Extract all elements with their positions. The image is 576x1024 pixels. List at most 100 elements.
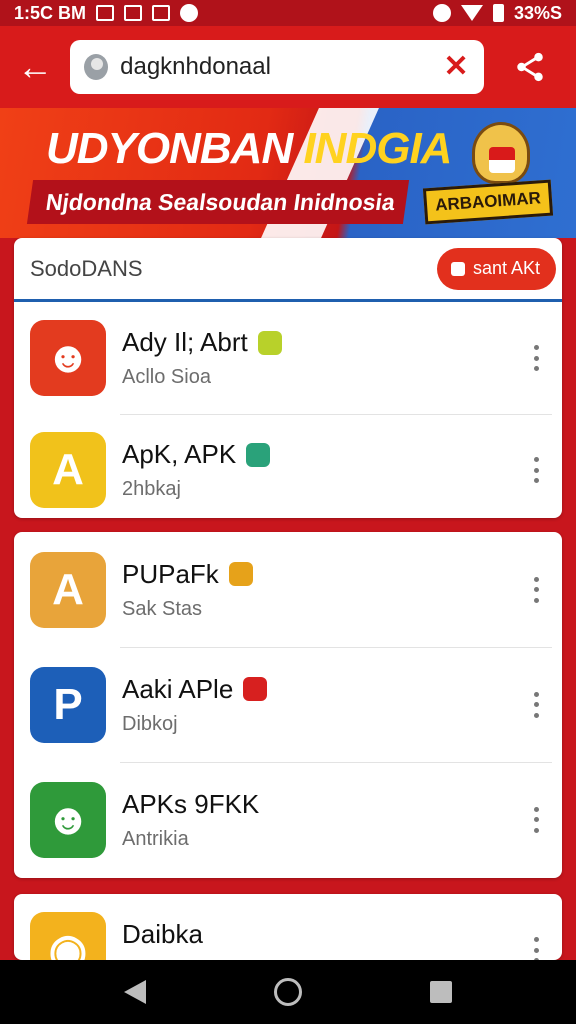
results-card: ◉ DaibkaBsik Sius	[14, 894, 562, 960]
app-logo-icon: ◉	[48, 925, 88, 961]
search-input[interactable]	[120, 53, 431, 81]
app-icon[interactable]: ☻	[30, 781, 106, 858]
app-badge-icon	[243, 677, 268, 701]
system-nav-bar	[0, 960, 576, 1024]
more-dot	[533, 587, 539, 592]
arrow-left-icon: ←	[17, 46, 53, 87]
app-list: ◉ DaibkaBsik Sius	[14, 894, 562, 960]
wifi-icon	[460, 5, 483, 21]
app-info: ApK, APK 2hbkaj	[122, 439, 526, 501]
more-dot	[533, 478, 539, 483]
section-action-button[interactable]: sant AKt	[436, 247, 556, 290]
chat-icon	[180, 4, 199, 22]
app-subtitle: Antrikia	[122, 827, 189, 850]
more-vert-icon[interactable]	[526, 688, 546, 722]
app-info: Aaki APle Dibkoj	[122, 674, 526, 736]
share-button[interactable]	[484, 26, 576, 108]
battery-level: 33%S	[513, 2, 562, 23]
app-name-text: APKs 9FKK	[122, 788, 260, 819]
banner-badge: ARBAOIMAR	[422, 179, 554, 225]
app-name: ApK, APK	[122, 439, 526, 470]
app-badge-icon	[228, 562, 253, 586]
battery-icon	[492, 4, 504, 22]
banner-title-highlight: INDGIA	[303, 124, 452, 173]
app-list-item[interactable]: ☻ APKs 9FKK Antrikia	[14, 762, 562, 877]
results-card: A PUPaFk Sak Stas P Aaki APle Dibkoj ☻ APKs 9FK…	[14, 532, 562, 878]
app-icon[interactable]: ☻	[30, 320, 106, 396]
banner-subtitle: Njdondna Sealsoudan Inidnosia	[26, 180, 410, 224]
section-header: SodoDANS sant AKt	[14, 238, 562, 302]
app-icon[interactable]: A	[30, 551, 106, 628]
search-box[interactable]: ✕	[70, 40, 484, 94]
app-name: Daibka	[122, 919, 526, 950]
nav-recents-icon[interactable]	[430, 981, 452, 1003]
back-button[interactable]: ←	[0, 26, 70, 108]
more-dot	[533, 712, 539, 718]
calendar-icon	[124, 5, 143, 21]
results-card: SodoDANS sant AKt ☻ Ady Il; Abrt Acllo Sio…	[14, 238, 562, 518]
clear-search-button[interactable]: ✕	[442, 52, 470, 82]
app-name-text: PUPaFk	[122, 558, 219, 589]
app-logo-icon: ☻	[44, 794, 92, 844]
nav-home-icon[interactable]	[274, 978, 302, 1006]
app-badge-icon	[246, 442, 271, 467]
more-dot	[533, 947, 539, 953]
more-vert-icon[interactable]	[526, 803, 546, 837]
more-vert-icon[interactable]	[526, 341, 546, 375]
share-icon	[517, 52, 543, 82]
more-vert-icon[interactable]	[526, 933, 546, 960]
more-dot	[533, 355, 539, 361]
more-dot	[533, 597, 539, 603]
more-dot	[533, 691, 539, 697]
more-vert-icon[interactable]	[526, 453, 546, 487]
app-logo-icon: ☻	[44, 333, 92, 382]
lock-icon	[450, 261, 465, 276]
app-name-text: ApK, APK	[122, 439, 237, 469]
more-dot	[533, 817, 539, 822]
alarm-icon	[432, 4, 451, 22]
app-name: Ady Il; Abrt	[122, 327, 526, 358]
app-name-text: Ady Il; Abrt	[122, 327, 248, 357]
app-list: ☻ Ady Il; Abrt Acllo Sioa A ApK, APK 2hbkaj	[14, 302, 562, 526]
app-subtitle: Acllo Sioa	[122, 366, 211, 388]
app-logo-icon: A	[52, 445, 84, 494]
section-title: SodoDANS	[30, 255, 143, 281]
more-dot	[533, 827, 539, 833]
more-dot	[533, 937, 539, 942]
app-name: PUPaFk	[122, 559, 526, 590]
app-list-item[interactable]: P Aaki APle Dibkoj	[14, 647, 562, 762]
app-list-item[interactable]: ☻ Ady Il; Abrt Acllo Sioa	[14, 302, 562, 414]
more-dot	[533, 345, 539, 350]
promo-banner[interactable]: UDYONBAN INDGIA Njdondna Sealsoudan Inid…	[0, 108, 576, 238]
app-icon[interactable]: A	[30, 432, 106, 508]
app-logo-icon: P	[53, 679, 83, 729]
more-dot	[533, 576, 539, 582]
nav-back-icon[interactable]	[124, 980, 146, 1004]
more-dot	[533, 457, 539, 462]
banner-title-text: UDYONBAN	[46, 124, 304, 173]
more-dot	[533, 702, 539, 707]
app-list: A PUPaFk Sak Stas P Aaki APle Dibkoj ☻ APKs 9FK…	[14, 532, 562, 877]
app-logo-icon: A	[52, 564, 84, 614]
app-subtitle: Dibkoj	[122, 712, 178, 735]
garuda-emblem-icon	[472, 122, 530, 184]
app-list-item[interactable]: A PUPaFk Sak Stas	[14, 532, 562, 647]
app-subtitle: 2hbkaj	[122, 478, 181, 500]
app-name: Aaki APle	[122, 674, 526, 705]
more-vert-icon[interactable]	[526, 573, 546, 607]
more-dot	[533, 366, 539, 371]
app-name-text: Daibka	[122, 919, 203, 949]
app-info: APKs 9FKK Antrikia	[122, 789, 526, 851]
status-time: 1:5C BM	[14, 2, 87, 23]
account-icon[interactable]	[84, 54, 109, 80]
status-bar: 1:5C BM 33%S	[0, 0, 576, 26]
app-name: APKs 9FKK	[122, 789, 526, 820]
top-app-bar: ← ✕	[0, 26, 576, 108]
app-info: DaibkaBsik Sius	[122, 919, 526, 960]
section-action-label: sant AKt	[472, 258, 540, 278]
app-icon[interactable]: ◉	[30, 912, 106, 960]
app-list-item[interactable]: ◉ DaibkaBsik Sius	[14, 894, 562, 960]
app-icon[interactable]: P	[30, 666, 106, 743]
app-list-item[interactable]: A ApK, APK 2hbkaj	[14, 414, 562, 526]
app-badge-icon	[257, 330, 282, 355]
